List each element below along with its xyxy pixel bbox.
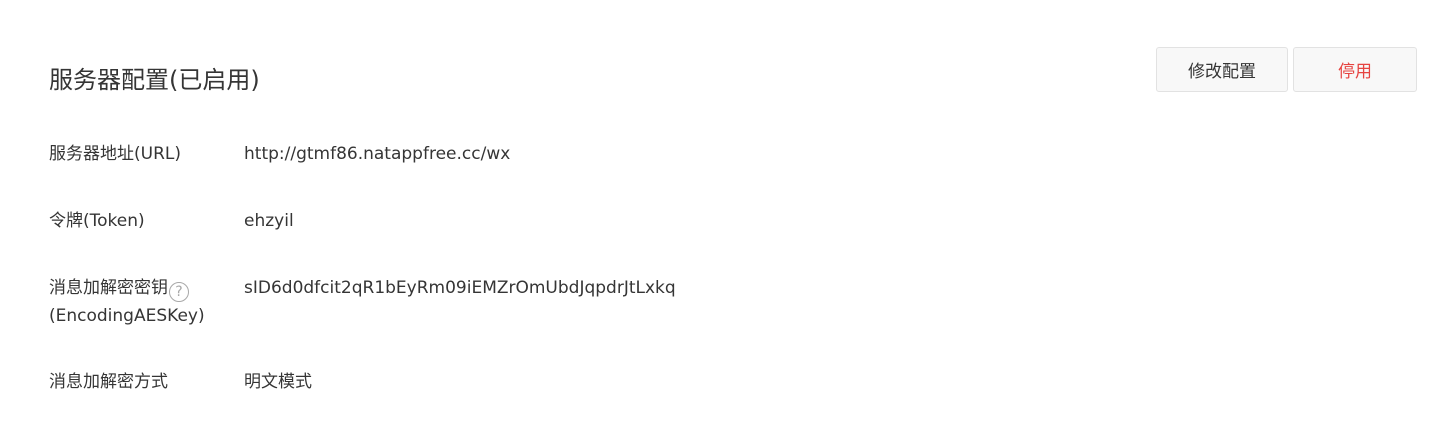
edit-config-button[interactable]: 修改配置 xyxy=(1156,47,1288,92)
encryption-label: 消息加解密方式 xyxy=(49,372,168,392)
encryption-row: 消息加解密方式 明文模式 xyxy=(49,368,1349,396)
token-label: 令牌(Token) xyxy=(49,211,145,231)
url-label: 服务器地址(URL) xyxy=(49,144,181,164)
aeskey-label-text: 消息加解密密钥 xyxy=(49,278,168,298)
page-title: 服务器配置(已启用) xyxy=(49,65,260,94)
token-value: ehzyil xyxy=(244,211,294,231)
token-row: 令牌(Token) ehzyil xyxy=(49,207,1349,235)
url-row: 服务器地址(URL) http://gtmf86.natappfree.cc/w… xyxy=(49,140,1349,168)
disable-button[interactable]: 停用 xyxy=(1293,47,1417,92)
aeskey-row: 消息加解密密钥? (EncodingAESKey) sID6d0dfcit2qR… xyxy=(49,274,1349,330)
server-config-panel: 服务器配置(已启用) 修改配置 停用 服务器地址(URL) http://gtm… xyxy=(0,0,1437,441)
help-icon[interactable]: ? xyxy=(169,282,189,302)
url-value: http://gtmf86.natappfree.cc/wx xyxy=(244,144,511,164)
encryption-value: 明文模式 xyxy=(244,372,312,392)
aeskey-value: sID6d0dfcit2qR1bEyRm09iEMZrOmUbdJqpdrJtL… xyxy=(244,278,676,298)
aeskey-label-subtext: (EncodingAESKey) xyxy=(49,306,205,326)
header-actions: 修改配置 停用 xyxy=(1156,47,1417,92)
aeskey-label: 消息加解密密钥? (EncodingAESKey) xyxy=(49,274,244,330)
